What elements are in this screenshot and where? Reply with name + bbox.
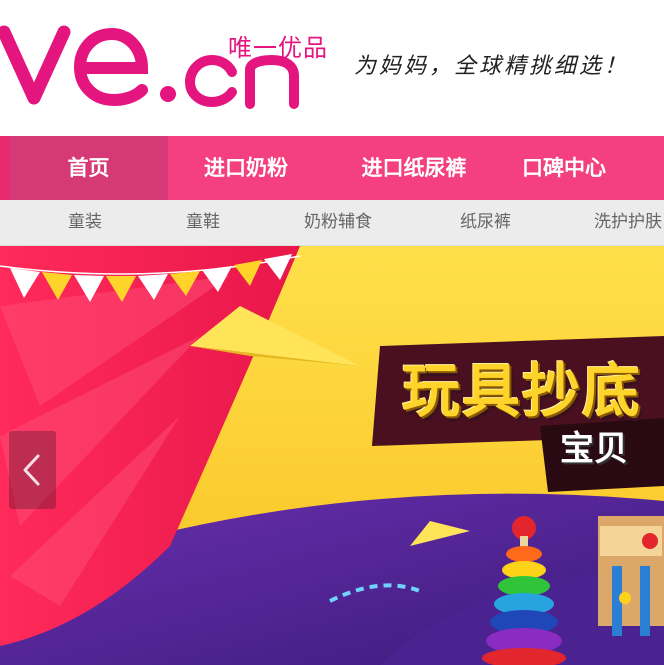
banner-headline: 玩具抄底 <box>402 357 643 425</box>
nav-accent-strip <box>0 136 9 200</box>
brand-name: 唯一优品 <box>228 34 328 62</box>
category-bath-skincare[interactable]: 洗护护肤 <box>594 200 662 246</box>
nav-item-imported-diapers[interactable]: 进口纸尿裤 <box>334 136 494 200</box>
category-formula-food[interactable]: 奶粉辅食 <box>304 200 372 246</box>
nav-item-imported-formula[interactable]: 进口奶粉 <box>176 136 316 200</box>
category-kids-shoes[interactable]: 童鞋 <box>186 200 220 246</box>
nav-item-home[interactable]: 首页 <box>9 136 168 200</box>
slogan: 为妈妈，全球精挑细选！ <box>354 54 630 79</box>
category-kids-clothing[interactable]: 童装 <box>68 200 102 246</box>
promo-banner[interactable]: 玩具抄底 宝贝 <box>0 246 664 665</box>
banner-subheadline: 宝贝 <box>560 429 628 469</box>
banner-prev-button[interactable] <box>9 431 56 509</box>
category-nav: 童装 童鞋 奶粉辅食 纸尿裤 洗护护肤 <box>0 200 664 246</box>
site-header: 唯一优品 为妈妈，全球精挑细选！ <box>0 0 664 136</box>
nav-item-reviews[interactable]: 口碑中心 <box>504 136 624 200</box>
chevron-left-icon <box>23 454 40 486</box>
main-nav: 首页 进口奶粉 进口纸尿裤 口碑中心 <box>0 136 664 200</box>
category-diapers[interactable]: 纸尿裤 <box>460 200 511 246</box>
